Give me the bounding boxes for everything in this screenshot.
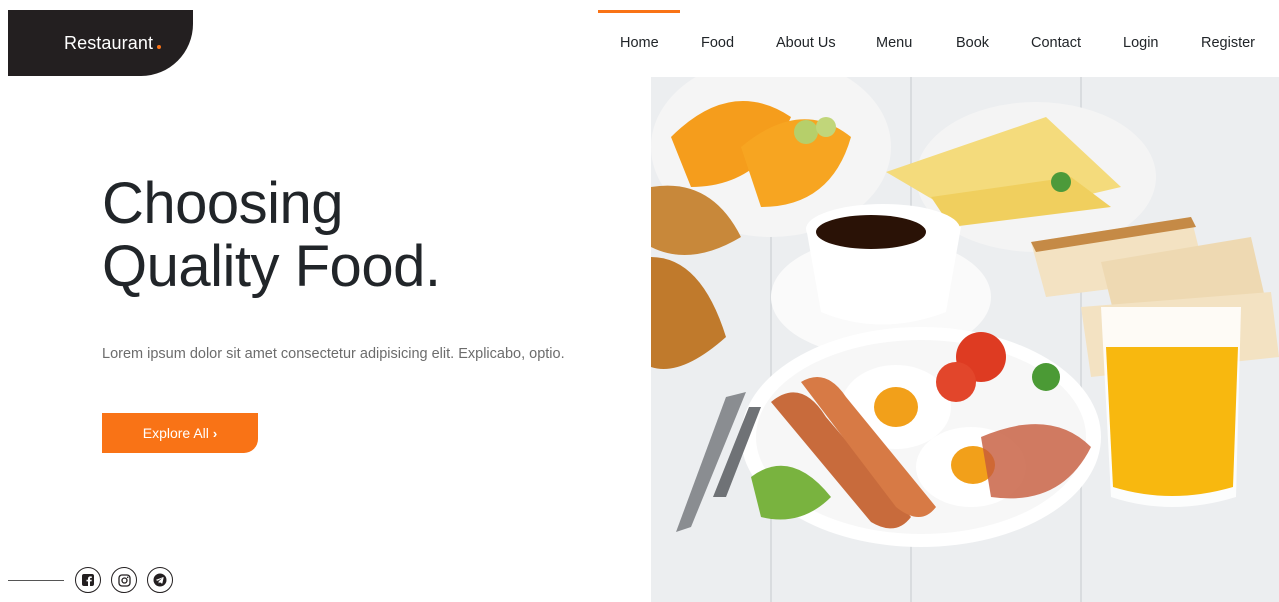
hero-title-line-1: Choosing [102, 171, 344, 236]
social-links [75, 567, 173, 593]
main-nav: Home Food About Us Menu Book Contact Log… [598, 10, 1279, 76]
explore-all-button[interactable]: Explore All › [102, 413, 258, 453]
telegram-icon[interactable] [147, 567, 173, 593]
nav-item-home[interactable]: Home [598, 10, 680, 76]
breakfast-photo [651, 77, 1279, 602]
nav-item-food[interactable]: Food [701, 10, 734, 76]
instagram-icon[interactable] [111, 567, 137, 593]
hero-title-line-2: Quality Food. [102, 234, 441, 299]
hero-title: Choosing Quality Food. [102, 172, 622, 298]
hero-description: Lorem ipsum dolor sit amet consectetur a… [102, 346, 565, 362]
nav-item-contact[interactable]: Contact [1031, 10, 1081, 76]
brand-dot [157, 45, 162, 49]
facebook-icon[interactable] [75, 567, 101, 593]
nav-item-about-us[interactable]: About Us [776, 10, 836, 76]
nav-item-book[interactable]: Book [956, 10, 989, 76]
chevron-right-icon: › [212, 425, 218, 441]
brand-logo[interactable]: Restaurant [8, 10, 193, 76]
nav-item-login[interactable]: Login [1123, 10, 1158, 76]
nav-item-register[interactable]: Register [1201, 10, 1255, 76]
brand-name: Restaurant [64, 32, 154, 53]
social-divider [8, 580, 64, 581]
explore-all-label: Explore All [142, 425, 209, 441]
nav-item-menu[interactable]: Menu [876, 10, 912, 76]
